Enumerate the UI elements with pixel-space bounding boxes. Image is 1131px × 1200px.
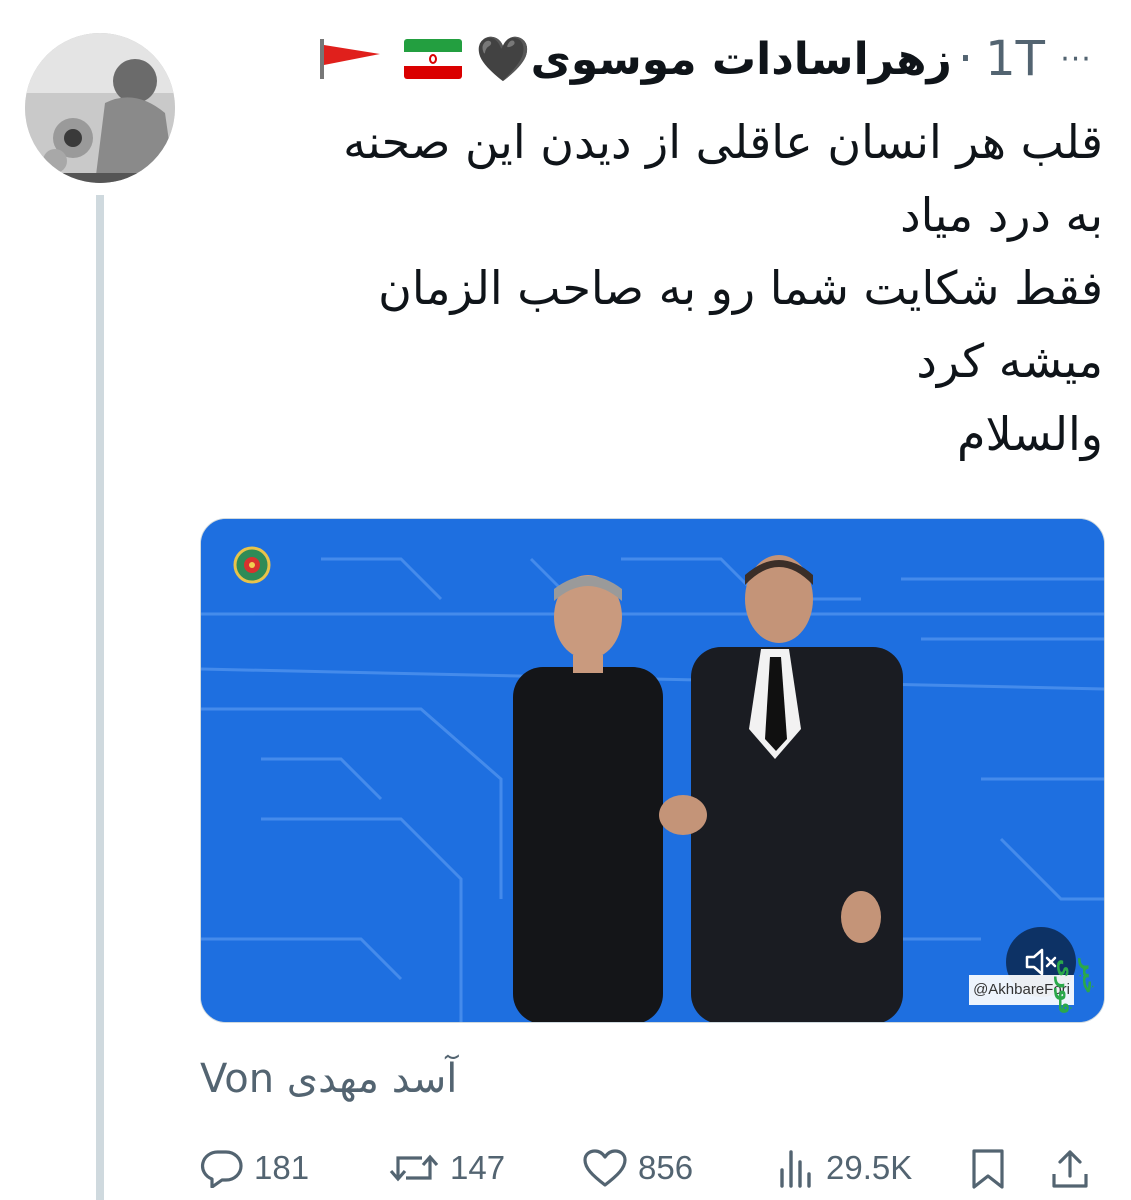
views-button[interactable]: 29.5K xyxy=(776,1148,912,1188)
reply-count: 181 xyxy=(254,1149,310,1186)
bookmark-button[interactable] xyxy=(970,1148,1006,1190)
share-button[interactable] xyxy=(1050,1148,1090,1190)
retweet-icon xyxy=(389,1154,439,1182)
thread-line xyxy=(96,195,104,1200)
more-icon[interactable]: ··· xyxy=(1051,42,1101,77)
tweet-text: قلب هر انسان عاقلی از دیدن این صحنه به د… xyxy=(203,106,1103,471)
reply-button[interactable]: 181 xyxy=(200,1148,309,1188)
like-count: 856 xyxy=(638,1149,694,1186)
views-icon xyxy=(780,1150,811,1188)
like-button[interactable]: 856 xyxy=(582,1148,693,1188)
separator-dot: · xyxy=(957,31,974,87)
pennant-icon xyxy=(319,39,380,79)
retweet-button[interactable]: 147 xyxy=(388,1148,505,1188)
video-player[interactable]: @AkhbareFori خبر فوری xyxy=(200,518,1105,1023)
bookmark-icon xyxy=(972,1149,1004,1189)
tweet-text-line: به درد میاد xyxy=(900,188,1103,242)
share-icon xyxy=(1052,1150,1088,1188)
flag-iran-icon xyxy=(403,39,462,79)
avatar[interactable] xyxy=(25,33,175,183)
channel-logo: خبر فوری xyxy=(1054,959,1102,1015)
tweet-text-line: فقط شکایت شما رو به صاحب الزمان xyxy=(378,261,1103,315)
views-count: 29.5K xyxy=(826,1149,913,1186)
display-name[interactable]: زهراسادات موسوی🖤 xyxy=(476,33,952,85)
tweet-text-line: والسلام xyxy=(957,407,1103,461)
reply-icon xyxy=(201,1150,243,1188)
action-bar: 181 147 856 29.5K xyxy=(200,1140,1105,1200)
tweet-header: ··· 1T · زهراسادات موسوی🖤 xyxy=(201,28,1101,90)
attribution: آسد مهدی Von xyxy=(200,1056,458,1102)
emblem-icon xyxy=(233,546,271,584)
timestamp[interactable]: 1T xyxy=(985,31,1045,87)
like-icon xyxy=(583,1149,627,1187)
tweet-text-line: میشه کرد xyxy=(916,334,1103,388)
video-frame xyxy=(201,519,1104,1022)
tweet-text-line: قلب هر انسان عاقلی از دیدن این صحنه xyxy=(343,115,1103,169)
retweet-count: 147 xyxy=(450,1149,506,1186)
